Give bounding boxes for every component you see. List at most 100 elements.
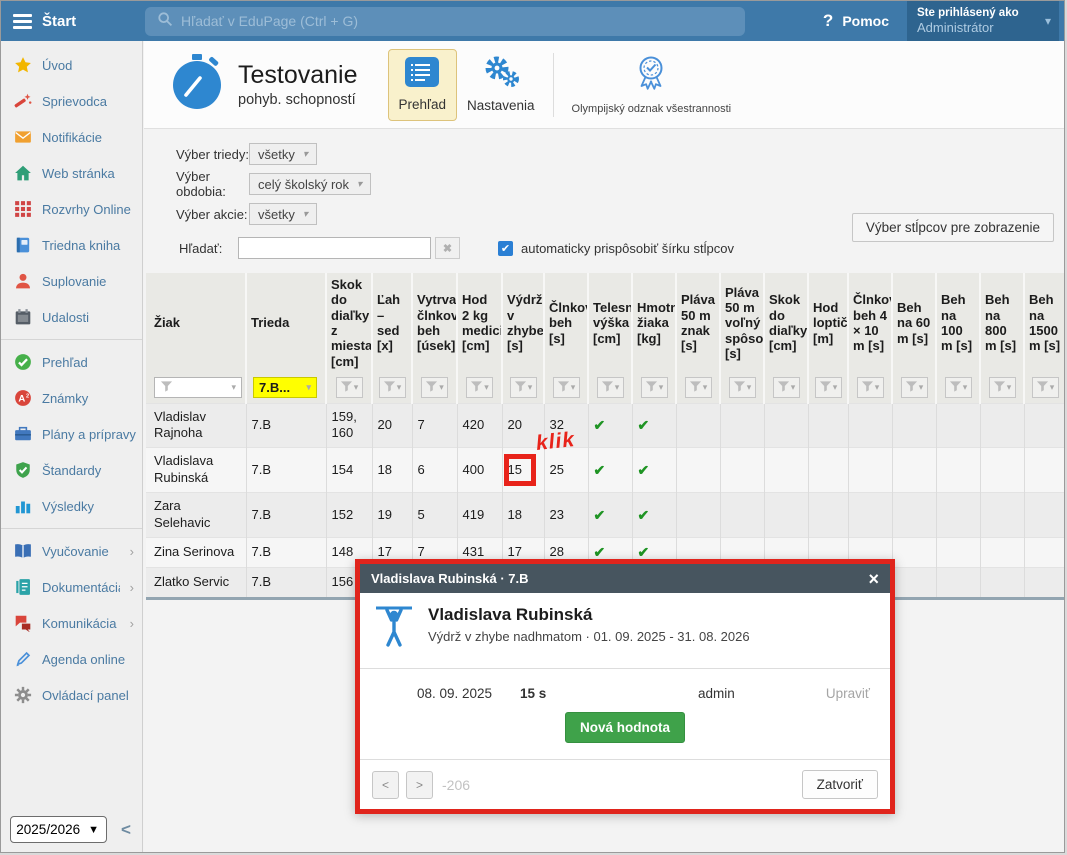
value-cell[interactable]: 5 bbox=[412, 493, 457, 538]
value-cell[interactable] bbox=[1024, 567, 1065, 598]
value-cell[interactable] bbox=[1024, 403, 1065, 448]
new-value-button[interactable]: Nová hodnota bbox=[565, 712, 685, 743]
value-cell[interactable]: 159, 160 bbox=[326, 403, 372, 448]
student-name-cell[interactable]: Vladislava Rubinská bbox=[146, 448, 246, 493]
close-icon[interactable]: × bbox=[868, 570, 879, 588]
value-cell[interactable]: 18 bbox=[502, 493, 544, 538]
column-filter-button[interactable]: ▾ bbox=[857, 377, 884, 398]
value-cell[interactable] bbox=[980, 537, 1024, 567]
column-filter-button[interactable]: ▾ bbox=[597, 377, 624, 398]
global-search-input[interactable]: Hľadať v EduPage (Ctrl + G) bbox=[145, 7, 745, 36]
value-cell[interactable] bbox=[936, 448, 980, 493]
value-cell[interactable]: 420 bbox=[457, 403, 502, 448]
column-filter-button[interactable]: ▾ bbox=[641, 377, 668, 398]
value-cell[interactable] bbox=[980, 567, 1024, 598]
column-filter-button[interactable]: ▾ bbox=[466, 377, 493, 398]
sidebar-item-agenda-online[interactable]: Agenda online bbox=[1, 641, 142, 677]
prev-button[interactable]: < bbox=[372, 771, 399, 799]
value-cell[interactable] bbox=[892, 403, 936, 448]
value-cell[interactable]: 23 bbox=[544, 493, 588, 538]
value-cell[interactable]: 6 bbox=[412, 448, 457, 493]
sidebar-item-plany-a-pripravy[interactable]: Plány a prípravy bbox=[1, 416, 142, 452]
class-cell[interactable]: 7.B bbox=[246, 493, 326, 538]
column-filter-button[interactable]: ▾ bbox=[945, 377, 972, 398]
value-cell[interactable]: 154 bbox=[326, 448, 372, 493]
value-cell[interactable]: 152 bbox=[326, 493, 372, 538]
value-cell[interactable]: ✔ bbox=[632, 448, 676, 493]
tab-olympijsky-odznak[interactable]: Olympijský odznak všestrannosti bbox=[562, 49, 742, 121]
value-cell[interactable] bbox=[808, 403, 848, 448]
value-cell[interactable] bbox=[848, 403, 892, 448]
hamburger-icon[interactable] bbox=[13, 14, 32, 29]
student-name-cell[interactable]: Zara Selehavic bbox=[146, 493, 246, 538]
value-cell[interactable] bbox=[936, 567, 980, 598]
value-cell[interactable] bbox=[892, 537, 936, 567]
value-cell[interactable]: 15klik bbox=[502, 448, 544, 493]
value-cell[interactable] bbox=[936, 493, 980, 538]
sidebar-item-web-stranka[interactable]: Web stránka bbox=[1, 155, 142, 191]
student-name-cell[interactable]: Vladislav Rajnoha bbox=[146, 403, 246, 448]
sidebar-item-rozvrhy-online[interactable]: Rozvrhy Online bbox=[1, 191, 142, 227]
column-filter-button[interactable]: ▾ bbox=[379, 377, 406, 398]
class-cell[interactable]: 7.B bbox=[246, 448, 326, 493]
value-cell[interactable] bbox=[936, 403, 980, 448]
column-filter-button[interactable]: ▾ bbox=[1032, 377, 1059, 398]
value-cell[interactable]: 20 bbox=[372, 403, 412, 448]
clear-search-icon[interactable]: ✖ bbox=[435, 237, 460, 259]
column-filter-button[interactable]: ▾ bbox=[510, 377, 537, 398]
value-cell[interactable] bbox=[892, 493, 936, 538]
value-cell[interactable]: 18 bbox=[372, 448, 412, 493]
value-cell[interactable] bbox=[720, 403, 764, 448]
sidebar-item-triedna-kniha[interactable]: Triedna kniha bbox=[1, 227, 142, 263]
value-cell[interactable] bbox=[720, 493, 764, 538]
student-name-cell[interactable]: Zlatko Servic bbox=[146, 567, 246, 598]
column-filter-button[interactable]: ▾ bbox=[773, 377, 800, 398]
value-cell[interactable] bbox=[848, 493, 892, 538]
class-cell[interactable]: 7.B bbox=[246, 537, 326, 567]
column-filter-button[interactable]: ▾ bbox=[336, 377, 363, 398]
student-name-cell[interactable]: Zina Serinova bbox=[146, 537, 246, 567]
value-cell[interactable] bbox=[676, 493, 720, 538]
column-filter-button[interactable]: ▾ bbox=[729, 377, 756, 398]
column-filter-button[interactable]: ▾ bbox=[989, 377, 1016, 398]
value-cell[interactable] bbox=[764, 403, 808, 448]
table-search-input[interactable] bbox=[238, 237, 431, 259]
class-cell[interactable]: 7.B bbox=[246, 403, 326, 448]
value-cell[interactable] bbox=[980, 403, 1024, 448]
sidebar-item-znamky[interactable]: A2Známky bbox=[1, 380, 142, 416]
sidebar-item-suplovanie[interactable]: Suplovanie bbox=[1, 263, 142, 299]
value-cell[interactable] bbox=[676, 403, 720, 448]
sidebar-item-vyucovanie[interactable]: Vyučovanie› bbox=[1, 533, 142, 569]
autofit-checkbox[interactable]: ✔ automaticky prispôsobiť šírku stĺpcov bbox=[498, 241, 734, 256]
tab-nastavenia[interactable]: Nastavenia bbox=[457, 49, 545, 121]
value-cell[interactable]: 7 bbox=[412, 403, 457, 448]
value-cell[interactable]: ✔ bbox=[588, 403, 632, 448]
next-button[interactable]: > bbox=[406, 771, 433, 799]
sidebar-item-notifikacie[interactable]: Notifikácie bbox=[1, 119, 142, 155]
filter-select-0[interactable]: všetky▾ bbox=[249, 143, 317, 165]
value-cell[interactable] bbox=[676, 448, 720, 493]
value-cell[interactable] bbox=[1024, 537, 1065, 567]
start-menu-button[interactable]: Štart bbox=[1, 13, 143, 30]
filter-select-1[interactable]: celý školský rok▾ bbox=[249, 173, 371, 195]
sidebar-collapse-button[interactable]: < bbox=[121, 820, 131, 840]
value-cell[interactable]: ✔ bbox=[588, 448, 632, 493]
student-filter-dropdown[interactable]: ▾ bbox=[154, 377, 242, 398]
checkbox-checked-icon[interactable]: ✔ bbox=[498, 241, 513, 256]
sidebar-item-dokumentacia[interactable]: Dokumentácia› bbox=[1, 569, 142, 605]
value-cell[interactable] bbox=[936, 537, 980, 567]
column-picker-button[interactable]: Výber stĺpcov pre zobrazenie bbox=[852, 213, 1054, 242]
class-cell[interactable]: 7.B bbox=[246, 567, 326, 598]
filter-select-2[interactable]: všetky▾ bbox=[249, 203, 317, 225]
column-filter-button[interactable]: ▾ bbox=[685, 377, 712, 398]
value-cell[interactable] bbox=[980, 493, 1024, 538]
value-cell[interactable]: ✔ bbox=[632, 403, 676, 448]
value-cell[interactable] bbox=[764, 493, 808, 538]
value-cell[interactable] bbox=[720, 448, 764, 493]
value-cell[interactable]: 400 bbox=[457, 448, 502, 493]
value-cell[interactable] bbox=[892, 448, 936, 493]
sidebar-item-prehlad[interactable]: Prehľad bbox=[1, 344, 142, 380]
edit-link[interactable]: Upraviť bbox=[826, 686, 870, 701]
value-cell[interactable] bbox=[808, 493, 848, 538]
value-cell[interactable]: 419 bbox=[457, 493, 502, 538]
